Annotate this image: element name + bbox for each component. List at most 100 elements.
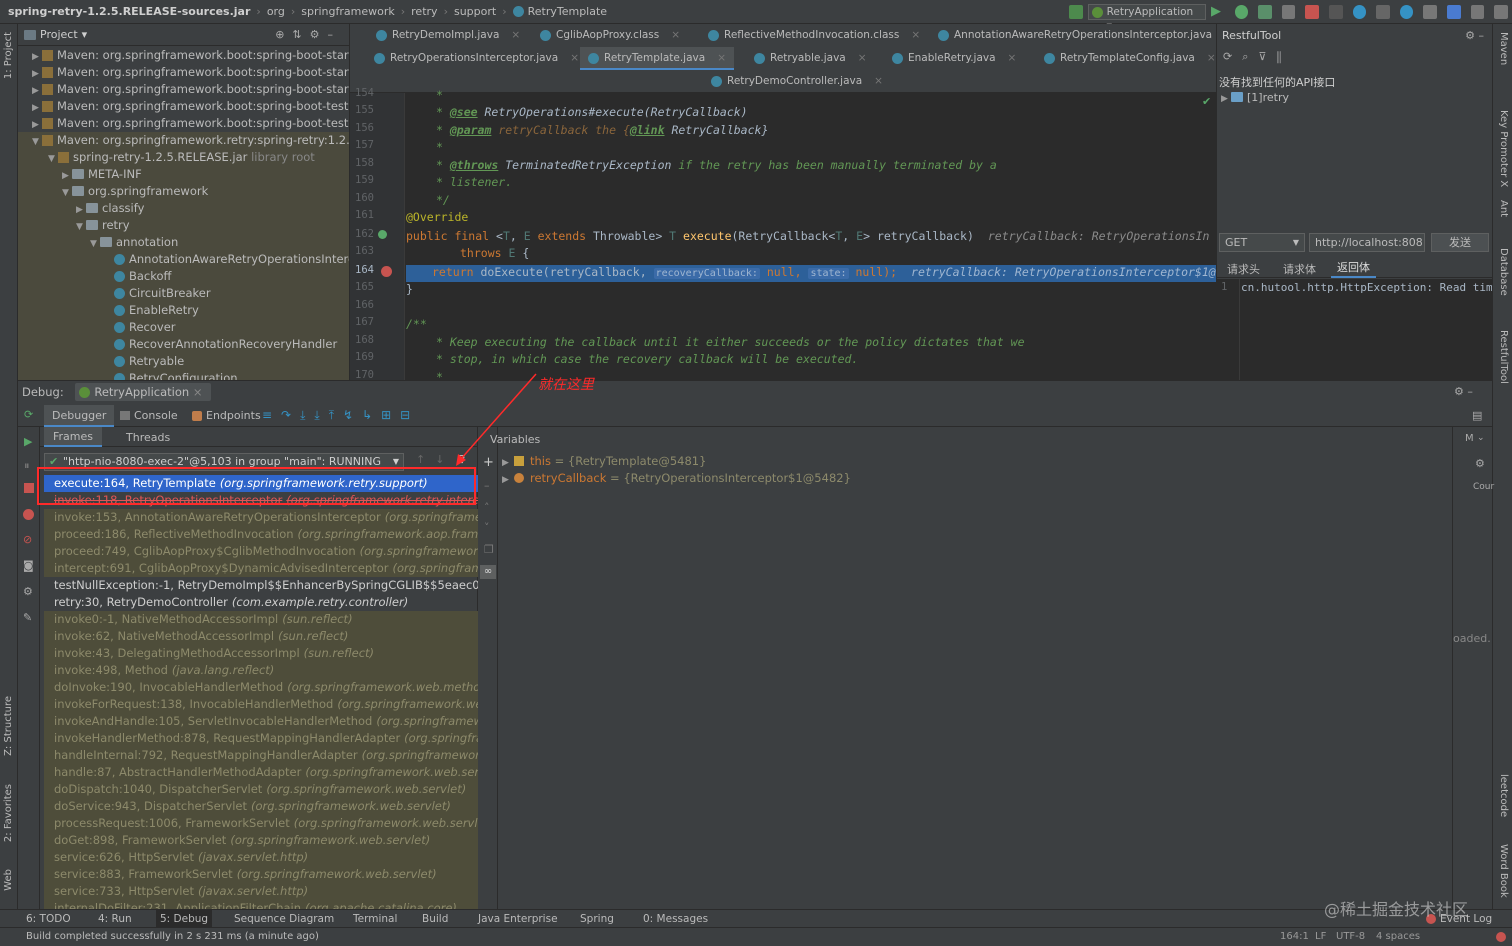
tree-row[interactable]: Retryable: [18, 353, 349, 370]
project-tool-label[interactable]: 1: Project: [3, 32, 14, 79]
breadcrumb-springframework[interactable]: springframework: [301, 5, 394, 18]
search-icon[interactable]: [1494, 5, 1508, 19]
file-encoding[interactable]: UTF-8: [1336, 928, 1365, 946]
tab-retrytemplateconfig[interactable]: RetryTemplateConfig.java ×: [1036, 47, 1216, 70]
frame-row[interactable]: doInvoke:190, InvocableHandlerMethod (org…: [44, 679, 478, 696]
frame-row[interactable]: invoke:62, NativeMethodAccessorImpl (sun.…: [44, 628, 478, 645]
tree-row[interactable]: RetryConfiguration: [18, 370, 349, 380]
method-select[interactable]: GET ▼: [1219, 233, 1305, 252]
tab-reflectivemethodinvocation[interactable]: ReflectiveMethodInvocation.class ×: [700, 24, 920, 47]
translate-icon[interactable]: [1446, 5, 1461, 19]
maven-tool-label[interactable]: Maven: [1498, 32, 1509, 65]
tab-enableretry[interactable]: EnableRetry.java ×: [884, 47, 1016, 70]
help-icon[interactable]: [1399, 5, 1414, 19]
tab-retrydemoimpl[interactable]: RetryDemoImpl.java ×: [368, 24, 520, 47]
stop-debug-icon[interactable]: [24, 483, 34, 493]
debug-icon[interactable]: [1234, 5, 1249, 19]
window-icon[interactable]: [1470, 5, 1485, 19]
database-tool-label[interactable]: Database: [1498, 248, 1509, 296]
frame-row[interactable]: service:883, FrameworkServlet (org.spring…: [44, 866, 478, 883]
tree-row[interactable]: ▼ annotation: [18, 234, 349, 251]
down-icon[interactable]: ˅: [484, 521, 490, 534]
frame-row[interactable]: service:733, HttpServlet (javax.servlet.h…: [44, 883, 478, 900]
frame-row[interactable]: proceed:186, ReflectiveMethodInvocation(…: [44, 526, 478, 543]
debug-session-tab[interactable]: RetryApplication ×: [75, 383, 211, 401]
up-icon[interactable]: ˄: [484, 501, 490, 514]
tab-debugger[interactable]: Debugger: [44, 405, 115, 427]
tree-row[interactable]: RecoverAnnotationRecoveryHandler: [18, 336, 349, 353]
coverage-icon[interactable]: [1258, 5, 1272, 19]
project-toolbar-icons[interactable]: ⊕⇅⚙–: [275, 28, 341, 41]
variable-row-retrycallback[interactable]: ▶ retryCallback = {RetryOperationsInterce…: [502, 470, 851, 487]
frame-row[interactable]: proceed:749, CglibAopProxy$CglibMethodIn…: [44, 543, 478, 560]
resume-icon[interactable]: ▶: [24, 435, 32, 448]
debug-settings-icon[interactable]: ⚙ –: [1454, 385, 1473, 398]
tab-retrytemplate[interactable]: RetryTemplate.java ×: [580, 47, 734, 70]
tool-todo[interactable]: 6: TODO: [26, 910, 71, 928]
url-input[interactable]: http://localhost:808: [1309, 233, 1425, 252]
pin-icon[interactable]: ✎: [23, 611, 32, 624]
stepping-toolbar[interactable]: ≡↷⤓⤓⤒↯↳⊞⊟: [262, 408, 419, 423]
line-separator[interactable]: LF: [1315, 928, 1326, 946]
tree-row[interactable]: Recover: [18, 319, 349, 336]
frame-row[interactable]: invoke:498, Method (java.lang.reflect): [44, 662, 478, 679]
tool-spring[interactable]: Spring: [580, 910, 614, 928]
frame-row[interactable]: processRequest:1006, FrameworkServlet (or…: [44, 815, 478, 832]
tab-response-body[interactable]: 返回体: [1331, 258, 1376, 278]
hammer-icon[interactable]: [1069, 5, 1083, 19]
tool-java-enterprise[interactable]: Java Enterprise: [478, 910, 558, 928]
frame-row[interactable]: handle:87, AbstractHandlerMethodAdapter(…: [44, 764, 478, 781]
run-icon[interactable]: ▶: [1211, 5, 1225, 19]
pause-icon[interactable]: [1328, 5, 1343, 19]
frame-row[interactable]: handleInternal:792, RequestMappingHandle…: [44, 747, 478, 764]
tab-request-body[interactable]: 请求体: [1283, 261, 1316, 277]
error-indicator-icon[interactable]: [1496, 932, 1506, 942]
response-area[interactable]: 1 cn.hutool.http.HttpException: Read tim: [1217, 279, 1492, 380]
pause-program-icon[interactable]: ⏸: [24, 459, 30, 473]
run-config-select[interactable]: RetryApplication ▾: [1087, 4, 1206, 32]
sdk-icon[interactable]: [1376, 5, 1390, 19]
tool-sequence-diagram[interactable]: Sequence Diagram: [234, 910, 334, 928]
frame-row[interactable]: invoke:43, DelegatingMethodAccessorImpl(…: [44, 645, 478, 662]
ant-tool-label[interactable]: Ant: [1498, 200, 1509, 217]
frame-row[interactable]: invoke0:-1, NativeMethodAccessorImpl (sun…: [44, 611, 478, 628]
frame-row[interactable]: service:626, HttpServlet (javax.servlet.h…: [44, 849, 478, 866]
tree-row[interactable]: ▼ Maven: org.springframework.retry:spring…: [18, 132, 349, 149]
tab-retryable[interactable]: Retryable.java ×: [746, 47, 867, 70]
breadcrumb-org[interactable]: org: [267, 5, 285, 18]
chevron-down-icon[interactable]: ⌄: [1477, 433, 1485, 443]
tree-row[interactable]: ▼ spring-retry-1.2.5.RELEASE.jar library …: [18, 149, 349, 166]
breadcrumb-support[interactable]: support: [454, 5, 496, 18]
tree-row[interactable]: ▶ Maven: org.springframework.boot:spring-…: [18, 81, 349, 98]
tree-row[interactable]: Backoff: [18, 268, 349, 285]
override-marker-icon[interactable]: [378, 230, 387, 239]
tab-frames[interactable]: Frames: [44, 427, 103, 447]
tab-console[interactable]: Console: [118, 405, 178, 427]
tree-row[interactable]: ▼ retry: [18, 217, 349, 234]
frame-row[interactable]: doGet:898, FrameworkServlet (org.springfr…: [44, 832, 478, 849]
gear-icon[interactable]: ⚙ –: [1465, 29, 1484, 42]
tool-run[interactable]: 4: Run: [98, 910, 132, 928]
web-tool-label[interactable]: Web: [3, 869, 14, 891]
frame-row[interactable]: intercept:691, CglibAopProxy$DynamicAdvi…: [44, 560, 478, 577]
frame-row[interactable]: invokeForRequest:138, InvocableHandlerMe…: [44, 696, 478, 713]
api-tree-item[interactable]: ▶ [1]retry: [1221, 91, 1289, 104]
frame-row[interactable]: retry:30, RetryDemoController (com.exampl…: [44, 594, 478, 611]
tab-retrydemocontroller[interactable]: RetryDemoController.java ×: [703, 70, 883, 93]
tree-row[interactable]: EnableRetry: [18, 302, 349, 319]
tool-terminal[interactable]: Terminal: [353, 910, 397, 928]
memory-settings-icon[interactable]: ⚙: [1475, 457, 1485, 470]
tab-request-header[interactable]: 请求头: [1227, 261, 1260, 277]
frame-row[interactable]: doDispatch:1040, DispatcherServlet (org.s…: [44, 781, 478, 798]
indent-setting[interactable]: 4 spaces: [1376, 928, 1420, 946]
profile-icon[interactable]: [1281, 5, 1296, 19]
leetcode-tool-label[interactable]: leetcode: [1498, 774, 1509, 817]
tree-row[interactable]: ▶ META-INF: [18, 166, 349, 183]
tree-row[interactable]: ▶ Maven: org.springframework.boot:spring-…: [18, 98, 349, 115]
send-button[interactable]: 发送: [1431, 233, 1489, 252]
tab-endpoints[interactable]: Endpoints: [190, 405, 261, 427]
structure-icon[interactable]: [1423, 5, 1437, 19]
tool-messages[interactable]: 0: Messages: [643, 910, 708, 928]
stop-icon[interactable]: [1305, 5, 1319, 19]
tree-row[interactable]: ▶ Maven: org.springframework.boot:spring-…: [18, 47, 349, 64]
